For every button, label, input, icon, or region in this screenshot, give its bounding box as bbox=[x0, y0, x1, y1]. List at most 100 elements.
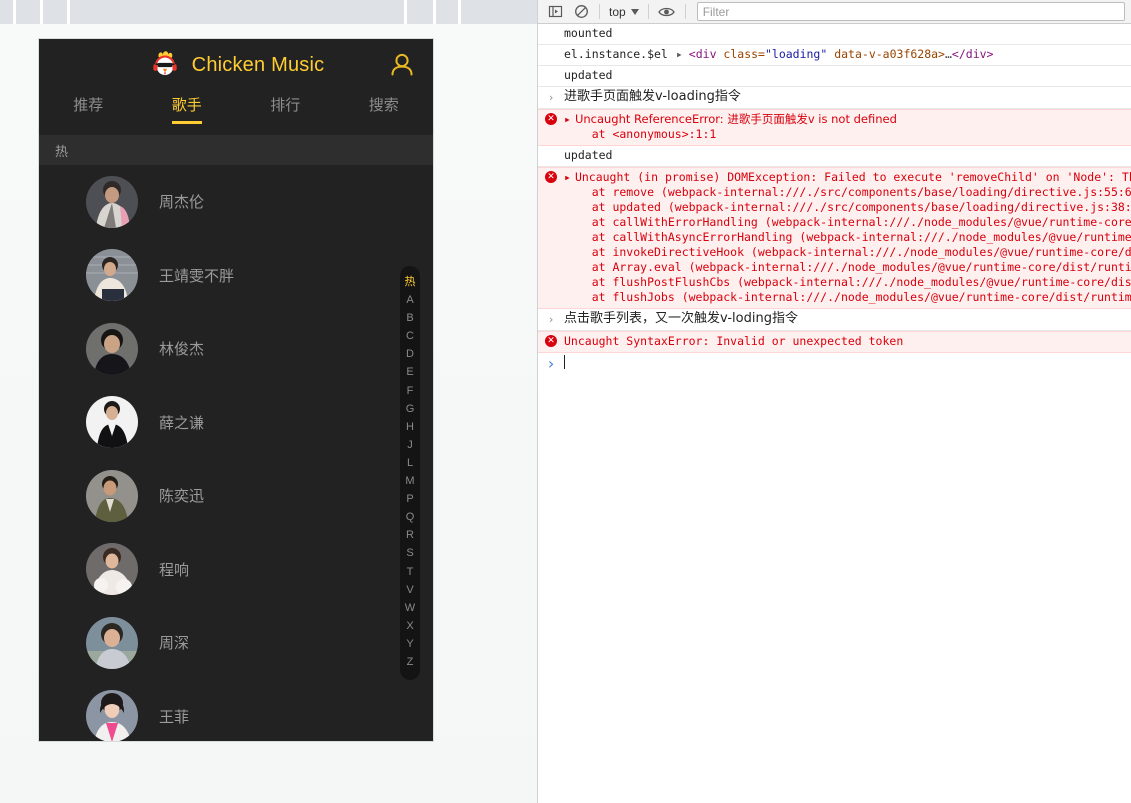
index-item-d[interactable]: D bbox=[406, 345, 414, 363]
console-error-row[interactable]: ✕ ▸ Uncaught (in promise) DOMException: F… bbox=[538, 167, 1131, 309]
error-stack-line[interactable]: at remove (webpack-internal:///./src/com… bbox=[564, 185, 1131, 199]
avatar-image bbox=[86, 175, 138, 228]
list-item[interactable]: 林俊杰 bbox=[39, 312, 433, 386]
html-attr-name: class= bbox=[716, 47, 765, 61]
index-item-h[interactable]: H bbox=[406, 418, 414, 436]
error-stack-line[interactable]: at Array.eval (webpack-internal:///./nod… bbox=[564, 260, 1131, 274]
console-error-row[interactable]: ✕ ▸ Uncaught ReferenceError: 进歌手页面触发v is … bbox=[538, 109, 1131, 146]
html-tag-close: </div> bbox=[951, 47, 994, 61]
error-stack-line[interactable]: at callWithErrorHandling (webpack-intern… bbox=[564, 215, 1131, 229]
index-item-x[interactable]: X bbox=[406, 617, 413, 635]
expand-triangle-icon[interactable]: ▸ bbox=[564, 170, 575, 184]
avatar bbox=[86, 469, 138, 522]
row-gutter: › bbox=[538, 311, 564, 327]
index-item-f[interactable]: F bbox=[407, 382, 414, 400]
alphabet-index-bar[interactable]: 热 A B C D E F G H J L M P Q R S T V W X … bbox=[400, 266, 420, 681]
error-line: Uncaught ReferenceError: 进歌手页面触发v is not… bbox=[574, 112, 897, 126]
stack-line-text: at Array.eval (webpack-internal:///./nod… bbox=[564, 260, 1131, 274]
list-item[interactable]: 薛之谦 bbox=[39, 386, 433, 460]
toolbar-divider bbox=[647, 4, 649, 19]
console-error-row[interactable]: ✕ Uncaught SyntaxError: Invalid or unexp… bbox=[538, 331, 1131, 353]
row-gutter: ✕ bbox=[538, 334, 564, 347]
avatar-image bbox=[86, 690, 138, 741]
console-input-echo-row[interactable]: › 进歌手页面触发v-loading指令 bbox=[538, 87, 1131, 109]
list-item[interactable]: 周深 bbox=[39, 606, 433, 680]
tab-rank[interactable]: 排行 bbox=[236, 91, 335, 115]
row-gutter bbox=[538, 47, 564, 48]
index-item-p[interactable]: P bbox=[406, 490, 413, 508]
console-log-row[interactable]: el.instance.$el ▸ <div class="loading" dat… bbox=[538, 45, 1131, 66]
list-item[interactable]: 陈奕迅 bbox=[39, 459, 433, 533]
error-stack-line[interactable]: at updated (webpack-internal:///./src/co… bbox=[564, 200, 1131, 214]
list-item[interactable]: 王菲 bbox=[39, 680, 433, 741]
list-item[interactable]: 王靖雯不胖 bbox=[39, 239, 433, 313]
tab-recommend[interactable]: 推荐 bbox=[39, 91, 138, 115]
log-text: updated bbox=[564, 68, 613, 82]
index-item-m[interactable]: M bbox=[405, 472, 414, 490]
list-item[interactable]: 程响 bbox=[39, 533, 433, 607]
singer-name: 王靖雯不胖 bbox=[159, 267, 235, 285]
tab-search[interactable]: 搜索 bbox=[335, 91, 434, 115]
avatar bbox=[86, 396, 138, 449]
expand-triangle-icon[interactable]: ▸ bbox=[564, 112, 575, 126]
stack-line-text: at flushJobs (webpack-internal:///./node… bbox=[564, 290, 1131, 304]
console-message-list: mounted el.instance.$el ▸ <div class="load… bbox=[538, 24, 1131, 373]
index-item-l[interactable]: L bbox=[407, 454, 413, 472]
console-log-row[interactable]: mounted bbox=[538, 24, 1131, 45]
prompt-arrow-icon: › bbox=[546, 353, 556, 373]
error-stack-line[interactable]: at flushPostFlushCbs (webpack-internal:/… bbox=[564, 275, 1131, 289]
console-prompt-row[interactable]: › bbox=[538, 353, 1131, 373]
index-item-t[interactable]: T bbox=[407, 563, 414, 581]
html-attr-2: data-v-a03f628a> bbox=[827, 47, 945, 61]
avatar-image bbox=[86, 616, 138, 669]
tab-singer[interactable]: 歌手 bbox=[138, 91, 237, 124]
error-stack-line[interactable]: at flushJobs (webpack-internal:///./node… bbox=[564, 290, 1131, 304]
execution-context-selector[interactable]: top bbox=[605, 2, 643, 22]
index-item-s[interactable]: S bbox=[406, 544, 413, 562]
tab-active-underline bbox=[171, 121, 202, 124]
app-tab-bar: 推荐 歌手 排行 搜索 bbox=[39, 91, 433, 135]
execution-context-label: top bbox=[609, 4, 626, 19]
html-tag-open: <div bbox=[688, 47, 717, 61]
console-sidebar-icon[interactable] bbox=[542, 1, 568, 23]
index-item-q[interactable]: Q bbox=[406, 508, 415, 526]
text-caret bbox=[564, 354, 565, 369]
console-prompt-input[interactable] bbox=[564, 354, 1131, 373]
error-stack-line[interactable]: at callWithAsyncErrorHandling (webpack-i… bbox=[564, 230, 1131, 244]
singer-list[interactable]: 周杰伦 王靖雯不胖 林俊杰 薛之谦 陈奕迅 程响 周深 王菲 bbox=[39, 165, 433, 741]
row-gutter bbox=[538, 68, 564, 69]
avatar bbox=[86, 616, 138, 669]
expand-triangle-icon[interactable]: ▸ bbox=[668, 47, 689, 61]
index-item-v[interactable]: V bbox=[406, 581, 413, 599]
html-ellipsis[interactable]: … bbox=[945, 47, 952, 61]
index-item-y[interactable]: Y bbox=[406, 635, 413, 653]
toolbar-separator bbox=[404, 0, 407, 24]
chicken-logo-icon bbox=[152, 51, 177, 76]
index-item-w[interactable]: W bbox=[405, 599, 415, 617]
toolbar-separator bbox=[433, 0, 436, 24]
devtools-console-pane: top mounted bbox=[538, 0, 1131, 803]
user-icon-svg bbox=[391, 53, 413, 76]
console-log-row[interactable]: updated bbox=[538, 146, 1131, 167]
list-item[interactable]: 周杰伦 bbox=[39, 165, 433, 239]
stack-line-text: at remove (webpack-internal:///./src/com… bbox=[564, 185, 1131, 199]
avatar bbox=[86, 690, 138, 741]
index-item-hot[interactable]: 热 bbox=[405, 273, 416, 291]
index-item-b[interactable]: B bbox=[406, 309, 413, 327]
index-item-z[interactable]: Z bbox=[407, 653, 414, 671]
object-label: el.instance.$el bbox=[564, 47, 668, 61]
index-item-g[interactable]: G bbox=[406, 400, 415, 418]
index-item-e[interactable]: E bbox=[406, 363, 413, 381]
index-item-a[interactable]: A bbox=[406, 291, 413, 309]
user-avatar-icon[interactable] bbox=[387, 50, 417, 80]
index-item-r[interactable]: R bbox=[406, 526, 414, 544]
index-item-c[interactable]: C bbox=[406, 327, 414, 345]
console-input-echo-row[interactable]: › 点击歌手列表，又一次触发v-loding指令 bbox=[538, 309, 1131, 331]
index-item-j[interactable]: J bbox=[407, 436, 413, 454]
console-log-row[interactable]: updated bbox=[538, 66, 1131, 87]
avatar bbox=[86, 175, 138, 228]
error-stack-line[interactable]: at invokeDirectiveHook (webpack-internal… bbox=[564, 245, 1131, 259]
clear-console-icon[interactable] bbox=[568, 1, 594, 23]
filter-input[interactable] bbox=[696, 2, 1125, 21]
live-expression-eye-icon[interactable] bbox=[654, 1, 680, 23]
